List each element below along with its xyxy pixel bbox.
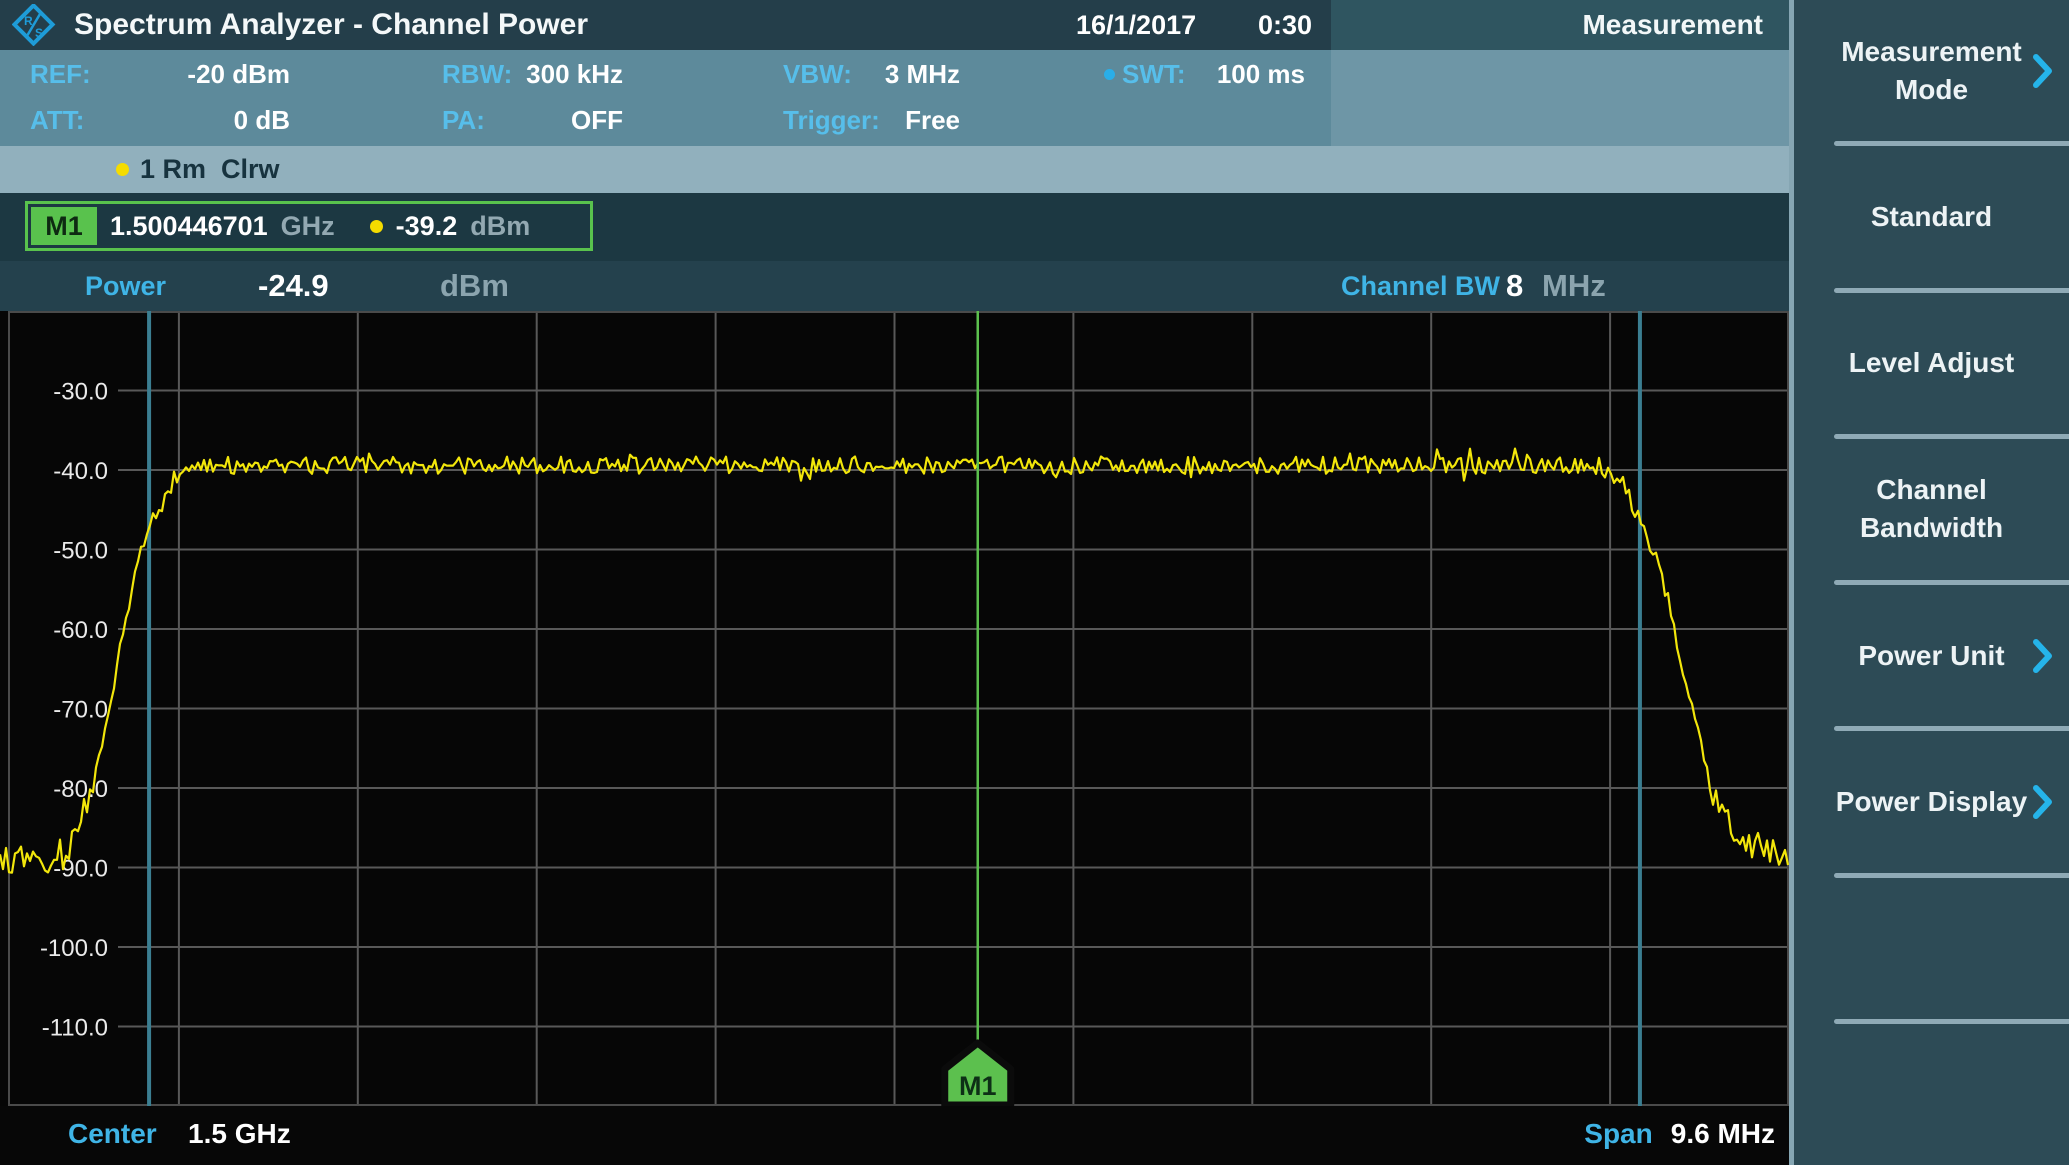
frequency-bar: Center 1.5 GHz Span 9.6 MHz xyxy=(0,1106,1789,1165)
menu-button-label: Power Display xyxy=(1836,783,2027,821)
chevron-right-icon xyxy=(2032,638,2054,674)
rbw-value[interactable]: 300 kHz xyxy=(500,59,623,89)
marker-level-value: -39.2 xyxy=(396,211,458,242)
active-menu-banner[interactable]: Measurement xyxy=(1331,0,1789,50)
menu-button-power-unit[interactable]: Power Unit xyxy=(1794,585,2069,726)
swt-value[interactable]: 100 ms xyxy=(1180,59,1305,89)
rohde-schwarz-logo-icon: R S xyxy=(12,4,56,46)
spectrum-analyzer-screen: R S Spectrum Analyzer - Channel Power 16… xyxy=(0,0,2069,1165)
menu-button-level-adjust[interactable]: Level Adjust xyxy=(1794,293,2069,434)
chevron-right-icon xyxy=(2032,53,2054,89)
marker-m1-symbol-label: M1 xyxy=(959,1071,997,1101)
channel-bw-label: Channel BW xyxy=(1341,261,1500,311)
span-group: Span 9.6 MHz xyxy=(1584,1106,1775,1162)
marker-readout-box[interactable]: M1 1.500446701 GHz -39.2 dBm xyxy=(25,201,593,251)
svg-text:R: R xyxy=(24,14,33,28)
trace1-color-dot xyxy=(116,163,129,176)
softkey-panel: MeasurementMode Standard Level Adjust Chann… xyxy=(1794,0,2069,1165)
center-value[interactable]: 1.5 GHz xyxy=(188,1106,291,1162)
marker-name-chip: M1 xyxy=(31,207,97,245)
trace-status-band: 1 Rm Clrw xyxy=(0,146,1789,193)
menu-button-measurement-mode[interactable]: MeasurementMode xyxy=(1794,0,2069,141)
pa-label: PA: xyxy=(442,105,485,135)
marker-readout-row: M1 1.500446701 GHz -39.2 dBm xyxy=(0,193,1789,261)
menu-button-channel-bandwidth[interactable]: ChannelBandwidth xyxy=(1794,439,2069,580)
power-value: -24.9 xyxy=(258,261,329,311)
menu-button-label: ChannelBandwidth xyxy=(1860,471,2003,547)
softkey-slots: MeasurementMode Standard Level Adjust Chann… xyxy=(1794,0,2069,1165)
vbw-value[interactable]: 3 MHz xyxy=(850,59,960,89)
date-label: 16/1/2017 xyxy=(1076,0,1196,50)
settings-right-block xyxy=(1331,50,1789,146)
trace1-mode-label: 1 Rm Clrw xyxy=(140,146,280,193)
marker-frequency-unit: GHz xyxy=(281,211,335,242)
menu-button-label: Level Adjust xyxy=(1849,344,2014,382)
channel-bw-unit: MHz xyxy=(1542,261,1606,311)
marker-frequency-value: 1.500446701 xyxy=(110,211,268,242)
settings-band: REF: -20 dBm ATT: 0 dB RBW: 300 kHz PA: … xyxy=(0,50,1789,146)
chevron-right-icon xyxy=(2032,784,2054,820)
page-title: Spectrum Analyzer - Channel Power xyxy=(74,0,588,50)
att-value[interactable]: 0 dB xyxy=(100,105,290,135)
svg-text:-30.0: -30.0 xyxy=(53,379,108,406)
marker-level-unit: dBm xyxy=(470,211,530,242)
active-menu-banner-label: Measurement xyxy=(1582,9,1789,40)
svg-text:-110.0: -110.0 xyxy=(42,1015,108,1042)
menu-button-power-display[interactable]: Power Display xyxy=(1794,731,2069,872)
svg-text:-50.0: -50.0 xyxy=(53,538,108,565)
power-unit: dBm xyxy=(440,261,509,311)
marker-trace-dot xyxy=(370,220,383,233)
svg-text:-100.0: -100.0 xyxy=(40,935,108,962)
vbw-label: VBW: xyxy=(783,59,852,89)
svg-text:-80.0: -80.0 xyxy=(53,776,108,803)
swt-coupled-dot xyxy=(1104,69,1115,80)
menu-slot-empty xyxy=(1794,878,2069,1019)
power-label: Power xyxy=(85,261,166,311)
time-label: 0:30 xyxy=(1258,0,1312,50)
ref-value[interactable]: -20 dBm xyxy=(100,59,290,89)
span-value[interactable]: 9.6 MHz xyxy=(1671,1106,1775,1162)
menu-button-label: MeasurementMode xyxy=(1841,33,2022,109)
trace-plot: -30.0-40.0-50.0-60.0-70.0-80.0-90.0-100.… xyxy=(0,311,1789,1106)
span-label: Span xyxy=(1584,1106,1652,1162)
menu-button-label: Power Unit xyxy=(1858,637,2004,675)
center-label: Center xyxy=(68,1106,157,1162)
ref-label: REF: xyxy=(30,59,91,89)
swt-label: SWT: xyxy=(1122,59,1186,89)
pa-value[interactable]: OFF xyxy=(500,105,623,135)
trigger-value[interactable]: Free xyxy=(850,105,960,135)
menu-button-label: Standard xyxy=(1871,198,1992,236)
menu-slot-empty xyxy=(1794,1024,2069,1165)
channel-bw-value[interactable]: 8 xyxy=(1506,261,1523,311)
att-label: ATT: xyxy=(30,105,84,135)
svg-text:-70.0: -70.0 xyxy=(53,697,108,724)
channel-power-row: Power -24.9 dBm Channel BW 8 MHz xyxy=(0,261,1789,311)
menu-button-standard[interactable]: Standard xyxy=(1794,146,2069,287)
spectrum-chart: -30.0-40.0-50.0-60.0-70.0-80.0-90.0-100.… xyxy=(0,311,1789,1106)
svg-text:-40.0: -40.0 xyxy=(53,458,108,485)
svg-text:-60.0: -60.0 xyxy=(53,617,108,644)
svg-text:S: S xyxy=(35,26,43,40)
